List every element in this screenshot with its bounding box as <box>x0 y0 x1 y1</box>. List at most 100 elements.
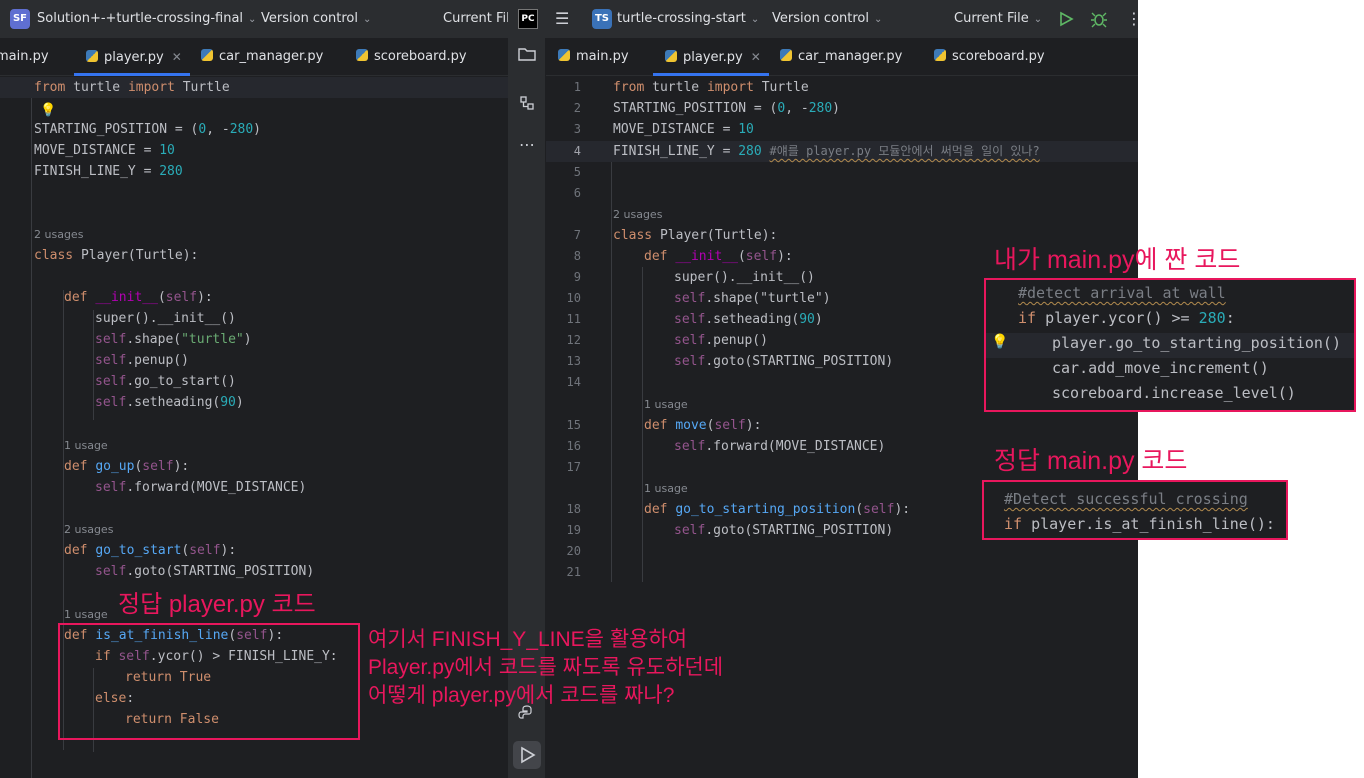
chevron-down-icon: ⌄ <box>1033 14 1043 25</box>
code-line: class Player(Turtle): <box>34 248 199 263</box>
chevron-down-icon: ⌄ <box>363 14 372 25</box>
more-horizontal-icon[interactable]: ⋯ <box>516 134 538 156</box>
comment: #detect arrival at wall <box>1018 284 1226 302</box>
run-config-selector[interactable]: Current Fil <box>443 0 508 38</box>
right-editor-tabs: main.py player.py ✕ car_manager.py scoreb… <box>546 38 1138 76</box>
code-line: car.add_move_increment() <box>1052 359 1269 377</box>
usages-hint[interactable]: 1 usage <box>644 398 688 411</box>
project-badge: TS <box>592 9 612 29</box>
tab-label: scoreboard.py <box>374 49 467 64</box>
tab-label: car_manager.py <box>219 49 324 64</box>
code-line: MOVE_DISTANCE = 10 <box>613 122 754 137</box>
line-number: 17 <box>566 460 581 474</box>
code-line: player.go_to_starting_position() <box>1052 334 1341 352</box>
chevron-down-icon: ⌄ <box>750 14 760 25</box>
run-config-selector[interactable]: Current File ⌄ <box>954 0 1042 38</box>
usages-hint[interactable]: 1 usage <box>644 482 688 495</box>
python-file-icon <box>934 49 946 61</box>
project-name: turtle-crossing-start <box>617 11 746 26</box>
project-folder-icon[interactable] <box>516 46 538 68</box>
code-line: def go_up(self): <box>64 459 190 474</box>
tab-car-manager-py[interactable]: car_manager.py <box>780 38 902 76</box>
version-control-menu[interactable]: Version control ⌄ <box>772 0 882 38</box>
close-icon[interactable]: ✕ <box>172 50 182 64</box>
answer-main-label: 정답 main.py 코드 <box>994 447 1188 475</box>
python-file-icon <box>665 50 677 62</box>
line-number: 14 <box>566 375 581 389</box>
run-tool-button[interactable] <box>513 741 541 769</box>
code-line: self.penup() <box>674 333 768 348</box>
code-line: STARTING_POSITION = (0, -280) <box>613 101 840 116</box>
code-line: def __init__(self): <box>64 290 213 305</box>
usages-hint[interactable]: 1 usage <box>64 608 108 621</box>
tab-label: car_manager.py <box>798 49 903 64</box>
code-line: self.goto(STARTING_POSITION) <box>674 523 894 538</box>
usages-hint[interactable]: 2 usages <box>613 208 662 221</box>
project-selector[interactable]: turtle-crossing-start ⌄ <box>617 0 759 38</box>
code-line: self.goto(STARTING_POSITION) <box>95 564 315 579</box>
code-line: self.penup() <box>95 353 189 368</box>
code-line: FINISH_LINE_Y = 280 #얘를 player.py 모듈안에서 … <box>613 144 1040 159</box>
python-file-icon <box>201 49 213 61</box>
line-number: 3 <box>573 122 581 136</box>
chevron-down-icon: ⌄ <box>874 14 883 25</box>
run-config-label: Current File <box>954 11 1029 26</box>
python-file-icon <box>356 49 368 61</box>
code-line: MOVE_DISTANCE = 10 <box>34 143 175 158</box>
more-vertical-icon[interactable]: ⋮ <box>1126 9 1138 29</box>
debug-icon[interactable] <box>1090 9 1108 29</box>
tab-label: player.py <box>104 50 164 65</box>
code-line: def __init__(self): <box>644 249 793 264</box>
usages-hint[interactable]: 2 usages <box>64 523 113 536</box>
code-line: self.shape("turtle") <box>674 291 831 306</box>
tab-label: main.py <box>0 49 49 64</box>
code-line: if player.is_at_finish_line(): <box>1004 515 1275 533</box>
answer-player-label: 정답 player.py 코드 <box>118 591 316 618</box>
run-icon <box>521 746 536 764</box>
version-control-label: Version control <box>261 11 358 26</box>
comment: #얘를 player.py 모듈안에서 써먹을 일이 있나? <box>769 144 1040 158</box>
lightbulb-icon[interactable]: 💡 <box>991 334 1008 350</box>
tab-scoreboard-py[interactable]: scoreboard.py <box>356 38 467 76</box>
code-line: super().__init__() <box>95 311 236 326</box>
code-line: scoreboard.increase_level() <box>1052 384 1296 402</box>
tab-car-manager-py[interactable]: car_manager.py <box>201 38 323 76</box>
code-line: if player.ycor() >= 280: <box>1018 309 1235 327</box>
usages-hint[interactable]: 1 usage <box>64 439 108 452</box>
pycharm-logo[interactable]: PC <box>518 9 538 29</box>
version-control-label: Version control <box>772 11 869 26</box>
gutter-separator <box>31 77 32 778</box>
line-number: 15 <box>566 418 581 432</box>
right-title-bar: PC ☰ TS turtle-crossing-start ⌄ Version c… <box>508 0 1138 38</box>
tab-player-py[interactable]: player.py ✕ <box>653 38 769 76</box>
line-number: 8 <box>573 249 581 263</box>
code-line: FINISH_LINE_Y = 280 <box>34 164 183 179</box>
line-number: 1 <box>573 80 581 94</box>
python-file-icon <box>86 50 98 62</box>
structure-icon[interactable] <box>516 95 538 117</box>
comment: #Detect successful crossing <box>1004 490 1248 508</box>
close-icon[interactable]: ✕ <box>751 50 761 64</box>
code-line: self.shape("turtle") <box>95 332 252 347</box>
code-line: self.setheading(90) <box>674 312 823 327</box>
project-selector[interactable]: Solution+-+turtle-crossing-final ⌄ <box>37 0 256 38</box>
code-line: self.forward(MOVE_DISTANCE) <box>95 480 307 495</box>
version-control-menu[interactable]: Version control ⌄ <box>261 0 371 38</box>
tab-scoreboard-py[interactable]: scoreboard.py <box>934 38 1045 76</box>
tab-player-py[interactable]: player.py ✕ <box>74 38 190 76</box>
left-title-bar: SF Solution+-+turtle-crossing-final ⌄ Ver… <box>0 0 508 38</box>
hamburger-menu-icon[interactable]: ☰ <box>555 9 569 29</box>
project-name: Solution+-+turtle-crossing-final <box>37 11 244 26</box>
line-number: 7 <box>573 228 581 242</box>
tab-main-py[interactable]: main.py <box>558 38 629 76</box>
tab-main-py[interactable]: main.py <box>0 38 49 76</box>
question-line: Player.py에서 코드를 짜도록 유도하던데 <box>368 656 724 679</box>
run-icon[interactable] <box>1058 9 1074 29</box>
line-number: 4 <box>573 144 581 158</box>
code-line: class Player(Turtle): <box>613 228 778 243</box>
line-number: 20 <box>566 544 581 558</box>
usages-hint[interactable]: 2 usages <box>34 228 83 241</box>
question-line: 여기서 FINISH_Y_LINE을 활용하여 <box>368 628 688 651</box>
line-number: 19 <box>566 523 581 537</box>
answer-player-highlight-box <box>58 623 360 740</box>
